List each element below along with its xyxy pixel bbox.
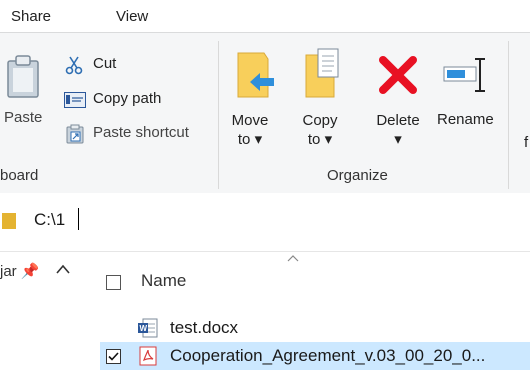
group-divider bbox=[508, 41, 509, 189]
next-group-partial-label: f bbox=[524, 134, 529, 151]
file-name: Cooperation_Agreement_v.03_00_20_0... bbox=[170, 346, 486, 365]
chevron-up-icon[interactable] bbox=[56, 264, 70, 274]
rename-label: Rename bbox=[437, 111, 494, 128]
delete-label: Delete ▾ bbox=[376, 112, 420, 148]
nav-pinned-item[interactable]: jar 📌 bbox=[0, 262, 40, 280]
file-name: test.docx bbox=[170, 318, 239, 337]
folder-icon bbox=[2, 213, 16, 229]
group-divider bbox=[218, 41, 219, 189]
select-all-checkbox[interactable] bbox=[106, 275, 121, 290]
organize-group-label: Organize bbox=[327, 167, 388, 184]
clipboard-group-label: board bbox=[0, 167, 39, 184]
tab-share[interactable]: Share bbox=[11, 8, 51, 25]
word-doc-icon: W bbox=[138, 318, 158, 338]
move-to-icon bbox=[237, 52, 274, 98]
copy-path-icon bbox=[64, 92, 86, 108]
address-bar[interactable]: C:\1 bbox=[0, 193, 530, 252]
delete-x-icon bbox=[379, 56, 417, 94]
pdf-icon bbox=[139, 346, 157, 366]
clipboard-icon bbox=[7, 55, 39, 98]
address-path: C:\1 bbox=[34, 210, 66, 229]
pin-icon: 📌 bbox=[20, 263, 40, 280]
copy-to-icon bbox=[305, 48, 339, 98]
list-item[interactable]: Cooperation_Agreement_v.03_00_20_0... bbox=[100, 342, 530, 370]
tab-view[interactable]: View bbox=[116, 8, 148, 25]
check-icon bbox=[108, 352, 119, 361]
paste-label: Paste bbox=[4, 109, 43, 126]
sort-ascending-icon bbox=[287, 255, 299, 262]
svg-text:W: W bbox=[140, 324, 148, 333]
list-item[interactable]: W test.docx bbox=[100, 314, 530, 342]
paste-shortcut-label: Paste shortcut bbox=[93, 124, 189, 141]
ribbon: Paste Cut Copy path Paste shortcut board bbox=[0, 32, 530, 194]
column-header-name[interactable]: Name bbox=[141, 271, 186, 291]
cut-label: Cut bbox=[93, 55, 117, 72]
paste-shortcut-icon bbox=[66, 124, 84, 144]
copy-to-label: Copy to ▾ bbox=[302, 112, 338, 148]
scissors-icon bbox=[65, 56, 83, 75]
row-checkbox[interactable] bbox=[106, 349, 121, 364]
copy-path-label: Copy path bbox=[93, 90, 162, 107]
rename-icon bbox=[443, 58, 485, 92]
move-to-label: Move to ▾ bbox=[231, 112, 269, 148]
text-caret bbox=[78, 208, 79, 230]
